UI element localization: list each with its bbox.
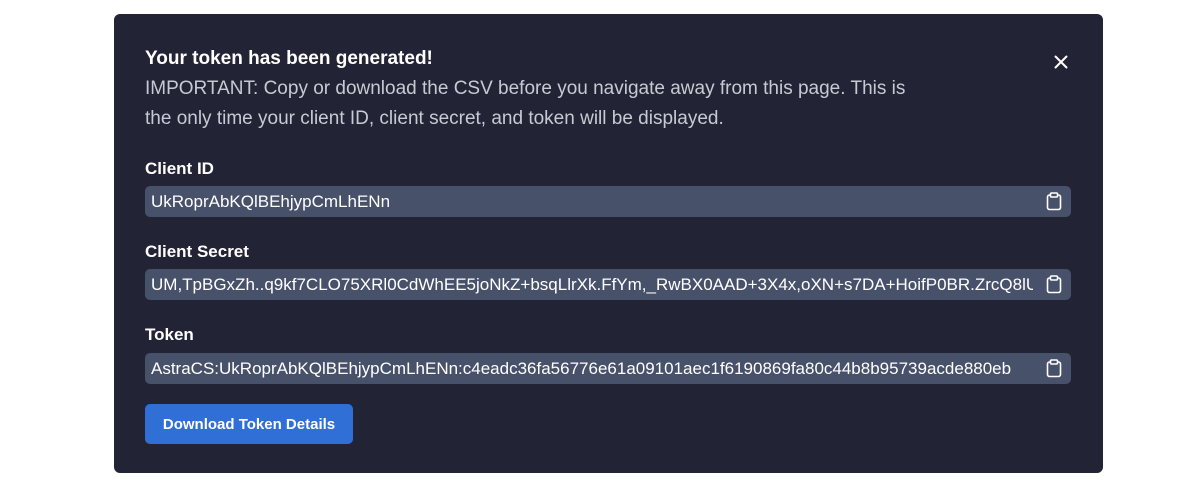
token-label: Token bbox=[145, 325, 194, 344]
notice-line-1: IMPORTANT: Copy or download the CSV befo… bbox=[145, 78, 906, 99]
close-icon bbox=[1054, 55, 1068, 69]
client-secret-label: Client Secret bbox=[145, 242, 249, 261]
copy-client-id-button[interactable] bbox=[1043, 190, 1065, 212]
client-id-value[interactable] bbox=[151, 186, 1033, 217]
client-secret-field bbox=[145, 269, 1071, 300]
copy-token-button[interactable] bbox=[1043, 357, 1065, 379]
clipboard-icon bbox=[1046, 274, 1062, 293]
notice-line-2: the only time your client ID, client sec… bbox=[145, 108, 724, 129]
close-button[interactable] bbox=[1050, 51, 1072, 73]
clipboard-icon bbox=[1046, 358, 1062, 377]
dialog-title: Your token has been generated! bbox=[145, 48, 433, 69]
download-token-details-button[interactable]: Download Token Details bbox=[145, 404, 353, 444]
clipboard-icon bbox=[1046, 191, 1062, 210]
client-secret-value[interactable] bbox=[151, 269, 1033, 300]
client-id-field bbox=[145, 186, 1071, 217]
copy-client-secret-button[interactable] bbox=[1043, 273, 1065, 295]
client-id-label: Client ID bbox=[145, 159, 214, 178]
token-generated-dialog: Your token has been generated! IMPORTANT… bbox=[114, 14, 1103, 473]
token-field bbox=[145, 353, 1071, 384]
token-value[interactable] bbox=[151, 353, 1033, 384]
important-notice: IMPORTANT: Copy or download the CSV befo… bbox=[145, 74, 975, 134]
